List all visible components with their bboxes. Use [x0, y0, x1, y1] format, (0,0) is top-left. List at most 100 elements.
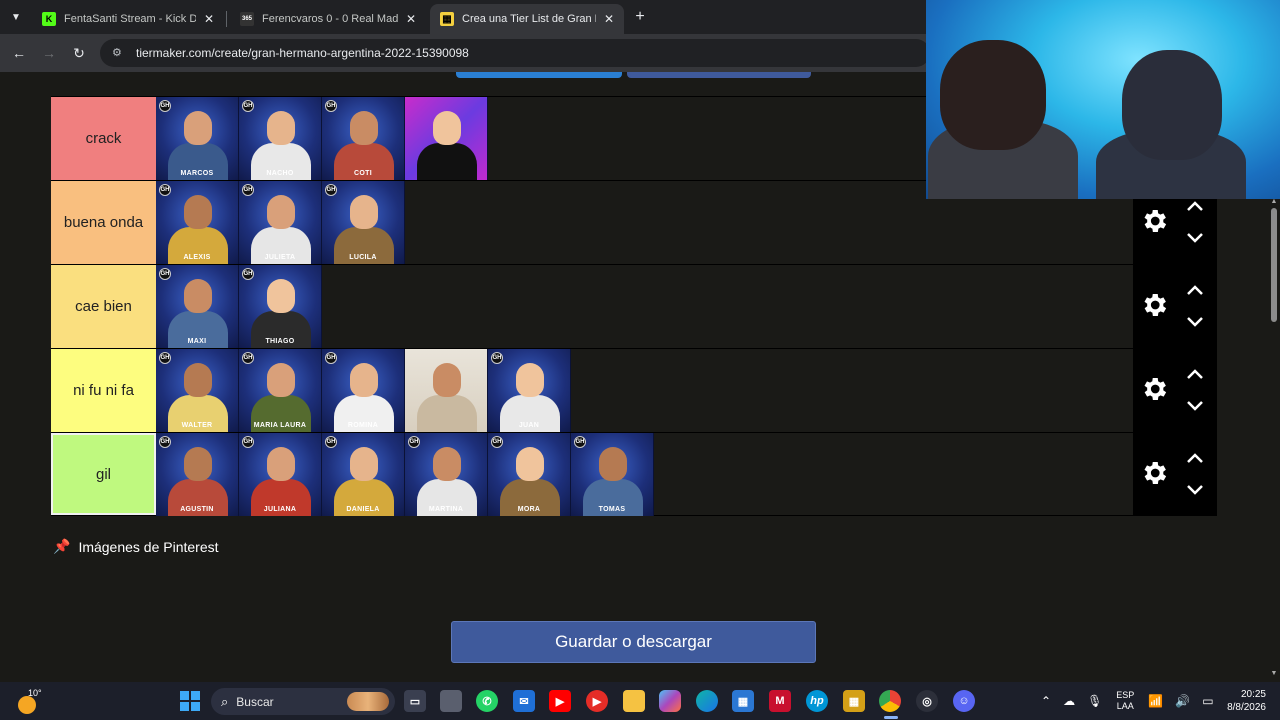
tier-label[interactable]: crack	[51, 97, 156, 180]
close-icon[interactable]: ✕	[604, 12, 614, 26]
scroll-up-icon[interactable]: ▲	[1270, 198, 1278, 206]
contestant-card[interactable]	[405, 97, 488, 180]
save-download-button[interactable]: Guardar o descargar	[451, 621, 816, 663]
site-info-icon[interactable]: ⚙	[112, 46, 126, 60]
tier-controls	[1133, 265, 1217, 348]
contestant-card[interactable]: GH THIAGO	[239, 265, 322, 348]
chevron-down-icon[interactable]	[1185, 483, 1205, 497]
contestant-card[interactable]: GH MARCOS	[156, 97, 239, 180]
contestant-card[interactable]: GH MARIA LAURA	[239, 349, 322, 432]
contestant-card[interactable]: GH DANIELA	[322, 433, 405, 516]
tab-search-button[interactable]: ▼	[6, 7, 26, 27]
microsoft-store-icon[interactable]: ▦	[732, 690, 754, 712]
forward-button[interactable]: →	[38, 42, 60, 64]
discord-icon[interactable]: ☺	[953, 690, 975, 712]
gear-icon[interactable]	[1139, 206, 1169, 236]
contestant-card[interactable]: GH TOMAS	[571, 433, 654, 516]
reload-button[interactable]: ↻	[68, 42, 90, 64]
start-button[interactable]	[179, 690, 201, 712]
contestant-card[interactable]: GH JUAN	[488, 349, 571, 432]
chevron-down-icon[interactable]	[1185, 231, 1205, 245]
chevron-up-icon[interactable]	[1185, 367, 1205, 381]
tier-row: cae bien GH MAXI GH THIAGO	[51, 264, 1217, 348]
tier-label[interactable]: gil	[51, 433, 156, 515]
tier-items[interactable]: GH MAXI GH THIAGO	[156, 265, 1133, 348]
contestant-face	[516, 447, 544, 481]
tab-title: Ferencvaros 0 - 0 Real Madrid (	[262, 13, 398, 25]
tab-tiermaker[interactable]: ▦ Crea una Tier List de Gran Herm ✕	[430, 4, 624, 34]
tier-label[interactable]: cae bien	[51, 265, 156, 348]
chevron-down-icon[interactable]	[1185, 315, 1205, 329]
partial-button[interactable]	[627, 72, 811, 78]
contestant-card[interactable]	[405, 349, 488, 432]
close-icon[interactable]: ✕	[406, 12, 416, 26]
partial-button[interactable]	[456, 72, 622, 78]
address-bar[interactable]: ⚙ tiermaker.com/create/gran-hermano-arge…	[100, 39, 930, 67]
copilot-icon[interactable]	[659, 690, 681, 712]
chrome-icon[interactable]	[879, 690, 901, 712]
edge-icon[interactable]	[696, 690, 718, 712]
tier-label[interactable]: buena onda	[51, 181, 156, 264]
gear-icon[interactable]	[1139, 458, 1169, 488]
hp-icon[interactable]: hp	[806, 690, 828, 712]
chevron-up-icon[interactable]: ⌃	[1041, 694, 1051, 708]
tab-ferencvaros[interactable]: 365 Ferencvaros 0 - 0 Real Madrid ( ✕	[230, 4, 426, 34]
tier-items[interactable]: GH WALTER GH MARIA LAURA GH ROMINA GH JUAN	[156, 349, 1133, 432]
contestant-card[interactable]: GH MORA	[488, 433, 571, 516]
widgets-icon[interactable]	[440, 690, 462, 712]
microphone-icon[interactable]: 🎙	[1087, 694, 1102, 708]
mcafee-icon[interactable]: M	[769, 690, 791, 712]
wifi-icon[interactable]: 📶	[1148, 694, 1163, 708]
chevron-up-icon[interactable]	[1185, 283, 1205, 297]
close-icon[interactable]: ✕	[204, 12, 214, 26]
file-explorer-icon[interactable]	[623, 690, 645, 712]
language-indicator[interactable]: ESP LAA	[1116, 690, 1134, 712]
chevron-up-icon[interactable]	[1185, 199, 1205, 213]
battery-icon[interactable]: ▭	[1202, 694, 1213, 708]
back-button[interactable]: ←	[8, 42, 30, 64]
tab-kick[interactable]: K FentaSanti Stream - Kick Dashb ✕	[32, 4, 224, 34]
contestant-card[interactable]: GH NACHO	[239, 97, 322, 180]
tier-items[interactable]: GH AGUSTIN GH JULIANA GH DANIELA GH MARTINA GH MO…	[156, 433, 1133, 516]
task-view-icon[interactable]: ▭	[404, 690, 426, 712]
contestant-card[interactable]: GH ALEXIS	[156, 181, 239, 264]
weather-widget[interactable]: 10°	[16, 688, 46, 714]
contestant-card[interactable]: GH MARTINA	[405, 433, 488, 516]
gear-icon[interactable]	[1139, 374, 1169, 404]
contestant-card[interactable]: GH LUCILA	[322, 181, 405, 264]
outlook-icon[interactable]: ✉	[513, 690, 535, 712]
clock[interactable]: 20:25 8/8/2026	[1226, 688, 1266, 714]
contestant-card[interactable]: GH JULIETA	[239, 181, 322, 264]
contestant-card[interactable]: GH AGUSTIN	[156, 433, 239, 516]
pinterest-label: Imágenes de Pinterest	[78, 538, 219, 555]
tier-label[interactable]: ni fu ni fa	[51, 349, 156, 432]
contestant-card[interactable]: GH WALTER	[156, 349, 239, 432]
chevron-down-icon[interactable]	[1185, 399, 1205, 413]
contestant-card[interactable]: GH COTI	[322, 97, 405, 180]
contestant-card[interactable]: GH JULIANA	[239, 433, 322, 516]
whatsapp-icon[interactable]: ✆	[476, 690, 498, 712]
contestant-card[interactable]: GH ROMINA	[322, 349, 405, 432]
taskbar-search[interactable]: ⌕ Buscar	[211, 688, 395, 715]
person-right-head	[1122, 50, 1222, 160]
pinterest-link[interactable]: 📌 Imágenes de Pinterest	[53, 538, 219, 555]
youtube-icon[interactable]: ▶	[549, 690, 571, 712]
music-icon[interactable]: ▶	[586, 690, 608, 712]
contestant-name: WALTER	[181, 422, 213, 429]
contestant-card[interactable]: GH MAXI	[156, 265, 239, 348]
scroll-down-icon[interactable]: ▼	[1270, 670, 1278, 678]
tier-row: ni fu ni fa GH WALTER GH MARIA LAURA GH ROMINA…	[51, 348, 1217, 432]
chevron-up-icon[interactable]	[1185, 451, 1205, 465]
contestant-face	[267, 111, 295, 145]
gear-icon[interactable]	[1139, 290, 1169, 320]
app-icon[interactable]: ▦	[843, 690, 865, 712]
new-tab-button[interactable]: +	[630, 7, 650, 27]
contestant-face	[184, 111, 212, 145]
windows-logo-icon	[180, 691, 200, 711]
obs-icon[interactable]: ◎	[916, 690, 938, 712]
contestant-body	[417, 395, 477, 432]
contestant-face	[350, 447, 378, 481]
cloud-icon[interactable]: ☁	[1063, 694, 1075, 708]
volume-icon[interactable]: 🔊	[1175, 694, 1190, 708]
scroll-thumb[interactable]	[1271, 208, 1277, 322]
